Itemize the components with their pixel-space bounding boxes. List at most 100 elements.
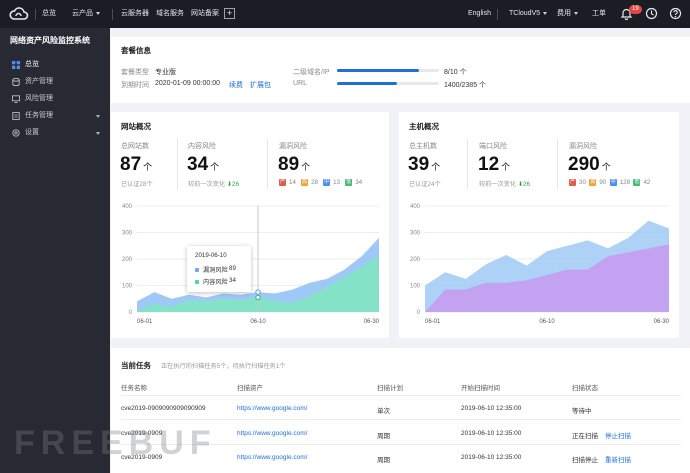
asset-link[interactable]: https://www.google.com/ xyxy=(237,454,307,461)
top-bar: 总览 云产品 云服务器 域名服务 网站备案 + English TCloudV5… xyxy=(0,0,690,28)
medium-count: 128 xyxy=(619,179,631,187)
total-hosts-value: 39 个 xyxy=(408,155,440,177)
task-name: cve2019-0909090909090909 xyxy=(121,405,206,412)
host-vuln-level-breakdown: 严 30 高 90 中 128 低 42 xyxy=(569,179,650,186)
stop-scan-link[interactable]: 停止扫描 xyxy=(605,430,631,440)
chevron-down-icon xyxy=(574,11,578,15)
sidebar-item-overview[interactable]: 总览 xyxy=(0,58,110,72)
total-sites-value: 87 个 xyxy=(120,155,152,177)
sidebar-item-risks[interactable]: 风险管理 xyxy=(0,92,110,106)
legend-swatch xyxy=(195,268,199,273)
x-tick-label: 06-01 xyxy=(137,319,153,325)
language-switch[interactable]: English xyxy=(468,0,491,28)
cloud-logo-icon[interactable] xyxy=(9,5,29,23)
status-text: 扫描停止 xyxy=(572,457,598,464)
plan-value: 周期 xyxy=(377,433,390,440)
package-title: 套餐信息 xyxy=(121,46,151,55)
sidebar: 网络资产风险监控系统 总览 资产管理 风险管理 任务管理 设置 xyxy=(0,28,110,473)
critical-level-tag: 严 xyxy=(569,179,576,186)
nav-products[interactable]: 云产品 xyxy=(72,0,100,28)
billing-menu[interactable]: 费用 xyxy=(557,0,578,28)
x-tick-label: 06-01 xyxy=(425,319,441,325)
tooltip-row-vuln: 漏洞风险 xyxy=(195,265,228,274)
column-header-status[interactable]: 扫描状态 xyxy=(572,382,598,392)
divider xyxy=(267,138,268,190)
tooltip-series-value: 34 xyxy=(229,277,236,284)
x-tick-label: 06-30 xyxy=(364,319,380,325)
tasks-summary: 正在执行的扫描任务5个，待执行扫描任务1个 xyxy=(161,363,286,370)
help-icon[interactable] xyxy=(669,7,682,20)
website-overview-title: 网站概况 xyxy=(121,122,151,131)
ticket-link[interactable]: 工单 xyxy=(592,0,606,28)
nav-products-label: 云产品 xyxy=(72,10,93,17)
port-risk-number: 12 xyxy=(478,154,500,175)
sidebar-item-label: 设置 xyxy=(25,129,39,136)
port-risk-change: 较前一次变化 ⬇26 xyxy=(479,179,530,188)
website-overview-card: 网站概况 总网站数 87 个 已认证28个 内容风险 34 个 较前一次变化 ⬇26… xyxy=(111,112,389,338)
medium-count: 13 xyxy=(333,179,341,187)
y-tick-label: 300 xyxy=(410,231,421,237)
medium-level-tag: 中 xyxy=(323,179,331,186)
unit-label: 个 xyxy=(601,162,611,172)
hover-point xyxy=(255,289,261,295)
x-tick-label: 06-10 xyxy=(539,319,555,325)
rescan-link[interactable]: 重新扫描 xyxy=(605,454,631,464)
column-header-asset[interactable]: 扫描资产 xyxy=(237,382,263,392)
sidebar-item-settings[interactable]: 设置 xyxy=(0,126,110,140)
asset-link[interactable]: https://www.google.com/ xyxy=(237,430,307,437)
sidebar-item-tasks[interactable]: 任务管理 xyxy=(0,109,110,123)
tooltip-date: 2019-06-10 xyxy=(195,252,227,259)
host-overview-title: 主机概况 xyxy=(409,122,439,131)
unit-label: 个 xyxy=(431,162,441,172)
host-risk-area-chart[interactable]: 0 100 200 300 400 06-01 06-10 06-30 xyxy=(399,200,679,332)
column-header-plan[interactable]: 扫描计划 xyxy=(377,382,403,392)
expiry-value: 2020-01-09 00:00:00 xyxy=(155,80,220,87)
package-card: 套餐信息 套餐类型 专业版 到期时间 2020-01-09 00:00:00 续… xyxy=(111,37,690,103)
total-sites-number: 87 xyxy=(120,154,142,175)
high-count: 28 xyxy=(311,179,318,187)
divider xyxy=(557,138,558,190)
nav-icp[interactable]: 网站备案 xyxy=(191,0,219,28)
status-text: 正在扫描 xyxy=(572,433,598,440)
y-tick-label: 300 xyxy=(122,231,133,237)
system-title: 网络资产风险监控系统 xyxy=(10,36,90,45)
vuln-risk-number: 89 xyxy=(278,154,300,175)
critical-level-tag: 严 xyxy=(279,179,286,186)
sidebar-item-assets[interactable]: 资产管理 xyxy=(0,75,110,89)
divider xyxy=(121,419,681,420)
nav-home[interactable]: 总览 xyxy=(42,0,56,28)
monitor-icon xyxy=(12,95,20,103)
asset-link[interactable]: https://www.google.com/ xyxy=(237,405,307,412)
tooltip-series-value: 89 xyxy=(229,265,236,272)
verified-hosts-text: 已认证24个 xyxy=(409,181,441,188)
account-menu[interactable]: TCloudV5 xyxy=(509,0,548,28)
total-hosts-label: 总主机数 xyxy=(409,143,437,150)
nav-cvm[interactable]: 云服务器 xyxy=(121,0,149,28)
sidebar-item-label: 总览 xyxy=(25,61,39,68)
divider xyxy=(112,9,113,20)
nav-domain[interactable]: 域名服务 xyxy=(156,0,184,28)
add-shortcut-button[interactable]: + xyxy=(224,8,235,19)
unit-label: 个 xyxy=(501,162,511,172)
package-type-label: 套餐类型 xyxy=(121,69,149,76)
renew-link[interactable]: 续费 xyxy=(229,80,243,90)
low-count: 34 xyxy=(355,179,363,187)
low-level-tag: 低 xyxy=(345,179,353,186)
clock-icon[interactable] xyxy=(645,7,658,20)
divider xyxy=(497,9,498,20)
upgrade-link[interactable]: 扩展包 xyxy=(250,80,271,90)
high-level-tag: 高 xyxy=(301,179,309,186)
column-header-start-time[interactable]: 开始扫描时间 xyxy=(461,382,500,392)
hover-point xyxy=(255,294,261,301)
y-tick-label: 200 xyxy=(122,257,133,263)
legend-swatch xyxy=(195,280,199,285)
chevron-down-icon xyxy=(543,11,548,15)
domain-quota-label: 二级域名/IP xyxy=(293,69,330,76)
tasks-title: 当前任务 xyxy=(121,361,151,370)
change-label: 较前一次变化 xyxy=(479,181,517,188)
y-tick-label: 400 xyxy=(410,204,421,210)
high-level-tag: 高 xyxy=(589,179,597,186)
task-icon xyxy=(12,112,20,120)
x-tick-label: 06-30 xyxy=(654,319,670,325)
column-header-task-name[interactable]: 任务名称 xyxy=(121,382,147,392)
